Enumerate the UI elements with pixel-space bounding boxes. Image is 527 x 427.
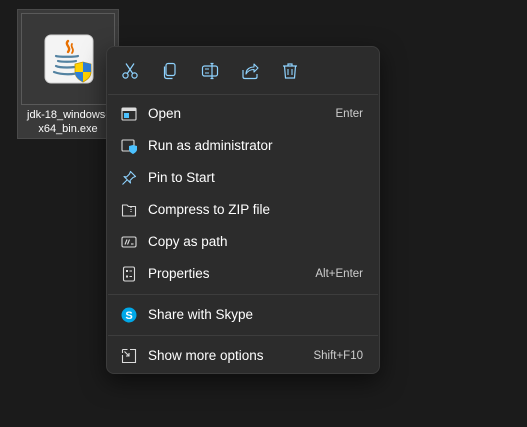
zip-folder-icon [121, 204, 137, 217]
menu-separator [108, 294, 378, 295]
copy-path-icon [121, 236, 137, 248]
pin-icon [122, 170, 137, 185]
cut-button[interactable] [118, 59, 142, 83]
shield-admin-icon [121, 139, 137, 154]
copy-icon [163, 62, 176, 80]
menu-item-show-more-options-shortcut: Shift+F10 [313, 350, 363, 362]
menu-item-properties-shortcut: Alt+Enter [315, 268, 363, 280]
context-menu-toolbar [107, 47, 379, 95]
menu-item-properties[interactable]: Properties Alt+Enter [111, 259, 375, 289]
file-name-line-2: x64_bin.exe [38, 123, 98, 135]
menu-item-open-shortcut: Enter [335, 108, 364, 120]
menu-item-copy-as-path-label: Copy as path [148, 234, 228, 249]
rename-icon [201, 62, 219, 80]
cut-icon [122, 63, 138, 79]
menu-item-open[interactable]: Open Enter [111, 99, 375, 129]
context-menu: Open Enter Run as administrator Pin to S… [106, 46, 380, 374]
menu-item-show-more-options-label: Show more options [148, 348, 264, 363]
menu-item-properties-label: Properties [148, 266, 210, 281]
delete-icon [283, 63, 297, 79]
copy-button[interactable] [158, 59, 182, 83]
menu-item-show-more-options[interactable]: Show more options Shift+F10 [111, 341, 375, 371]
menu-item-run-as-administrator[interactable]: Run as administrator [111, 131, 375, 161]
menu-item-pin-to-start-label: Pin to Start [148, 170, 215, 185]
menu-item-compress-to-zip[interactable]: Compress to ZIP file [111, 195, 375, 225]
show-more-icon [121, 348, 137, 364]
share-icon [242, 63, 259, 80]
menu-separator [108, 335, 378, 336]
delete-button[interactable] [278, 59, 302, 83]
menu-item-open-label: Open [148, 106, 182, 121]
svg-text:S: S [125, 310, 132, 322]
menu-item-compress-to-zip-label: Compress to ZIP file [148, 202, 271, 217]
menu-item-run-as-administrator-label: Run as administrator [148, 138, 273, 153]
file-name-label: jdk-18_windows- x64_bin.exe [18, 108, 118, 136]
skype-icon: S [121, 307, 137, 323]
desktop: jdk-18_windows- x64_bin.exe Open Enter R… [0, 0, 527, 427]
menu-item-share-with-skype[interactable]: S Share with Skype [111, 300, 375, 330]
share-button[interactable] [238, 59, 262, 83]
open-app-icon [121, 107, 137, 121]
menu-item-copy-as-path[interactable]: Copy as path [111, 227, 375, 257]
menu-separator [108, 94, 378, 95]
rename-button[interactable] [198, 59, 222, 83]
menu-item-pin-to-start[interactable]: Pin to Start [111, 163, 375, 193]
properties-icon [122, 266, 136, 282]
file-name-line-1: jdk-18_windows- [27, 109, 109, 121]
desktop-file-item[interactable]: jdk-18_windows- x64_bin.exe [17, 9, 119, 139]
java-installer-icon [44, 34, 94, 84]
file-thumbnail [21, 13, 115, 105]
menu-item-share-with-skype-label: Share with Skype [148, 307, 254, 322]
